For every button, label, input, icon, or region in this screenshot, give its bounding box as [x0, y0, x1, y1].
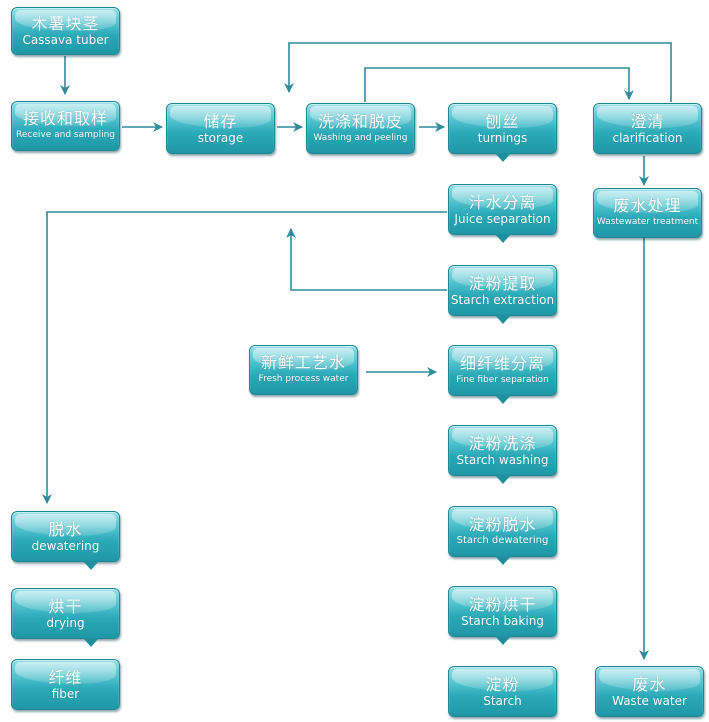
label-en: Starch extraction [450, 292, 555, 307]
node-drying: 烘干 drying [11, 588, 120, 647]
flow-pointer [494, 234, 511, 243]
label-en: Starch dewatering [456, 534, 549, 546]
arrow-juice-to-dewatering [42, 211, 447, 504]
label-en: storage [197, 130, 244, 145]
label-zh: 新鲜工艺水 [260, 353, 346, 372]
arrow-clarification-to-washing [284, 42, 672, 102]
label-en: Waste water [612, 693, 687, 708]
node-washing-peeling: 洗涤和脱皮 Washing and peeling [306, 103, 415, 154]
label-zh: 细纤维分离 [459, 353, 545, 373]
node-fine-fiber-separation: 细纤维分离 Fine fiber separation [448, 345, 557, 404]
node-wastewater-treatment: 废水处理 Wastewater treatment [593, 188, 702, 238]
flow-pointer [494, 153, 511, 162]
label-zh: 淀粉脱水 [468, 514, 537, 534]
label-en: Cassava tuber [22, 33, 109, 47]
label-en: turnings [477, 130, 528, 145]
flow-pointer [494, 475, 511, 484]
flow-pointer [83, 561, 100, 570]
node-turnings: 刨丝 turnings [448, 103, 557, 162]
arrow-extraction-recycle [286, 228, 447, 291]
label-zh: 废水处理 [613, 196, 682, 215]
label-zh: 淀粉洗涤 [468, 433, 537, 453]
label-zh: 洗涤和脱皮 [317, 111, 403, 131]
node-clarification: 澄清 clarification [593, 103, 702, 154]
node-starch-extraction: 淀粉提取 Starch extraction [448, 265, 557, 324]
arrow-washing-to-clarification [364, 67, 634, 102]
label-zh: 淀粉烘干 [468, 594, 537, 614]
label-zh: 废水 [632, 674, 667, 694]
node-waste-water: 废水 Waste water [595, 666, 704, 717]
label-zh: 纤维 [48, 667, 83, 687]
label-zh: 木薯块茎 [31, 14, 100, 33]
label-zh: 刨丝 [485, 111, 520, 131]
label-zh: 淀粉提取 [468, 273, 537, 293]
label-zh: 接收和取样 [22, 109, 108, 128]
node-juice-separation: 汁水分离 Juice separation [448, 184, 557, 243]
node-starch-dewatering: 淀粉脱水 Starch dewatering [448, 506, 557, 565]
label-en: Receive and sampling [16, 130, 115, 140]
node-dewatering: 脱水 dewatering [11, 511, 120, 570]
flow-pointer [494, 315, 511, 324]
flow-pointer [494, 556, 511, 565]
label-zh: 汁水分离 [468, 192, 537, 212]
node-receive-sampling: 接收和取样 Receive and sampling [11, 101, 120, 151]
label-en: Wastewater treatment [596, 217, 699, 227]
node-starch-baking: 淀粉烘干 Starch baking [448, 586, 557, 645]
node-starch-washing: 淀粉洗涤 Starch washing [448, 425, 557, 484]
label-zh: 脱水 [48, 519, 83, 539]
label-en: Starch [483, 693, 522, 708]
label-zh: 储存 [203, 111, 238, 131]
node-fresh-process-water: 新鲜工艺水 Fresh process water [249, 345, 358, 395]
label-en: Juice separation [454, 211, 551, 226]
label-en: Fresh process water [258, 374, 349, 384]
flow-pointer [494, 395, 511, 404]
node-cassava-tuber: 木薯块茎 Cassava tuber [11, 7, 120, 55]
label-zh: 澄清 [630, 111, 665, 131]
label-en: Fine fiber separation [456, 374, 549, 385]
label-zh: 淀粉 [485, 674, 520, 694]
node-storage: 储存 storage [166, 103, 275, 154]
node-starch: 淀粉 Starch [448, 666, 557, 717]
label-zh: 烘干 [48, 596, 83, 616]
node-fiber: 纤维 fiber [11, 659, 120, 710]
label-en: Starch washing [456, 452, 549, 467]
label-en: drying [46, 615, 85, 630]
label-en: clarification [612, 130, 683, 145]
label-en: dewatering [31, 538, 100, 553]
flow-pointer [83, 638, 100, 647]
label-en: Starch baking [461, 613, 544, 628]
label-en: fiber [51, 686, 80, 701]
label-en: Washing and peeling [313, 132, 408, 143]
flow-pointer [494, 636, 511, 645]
